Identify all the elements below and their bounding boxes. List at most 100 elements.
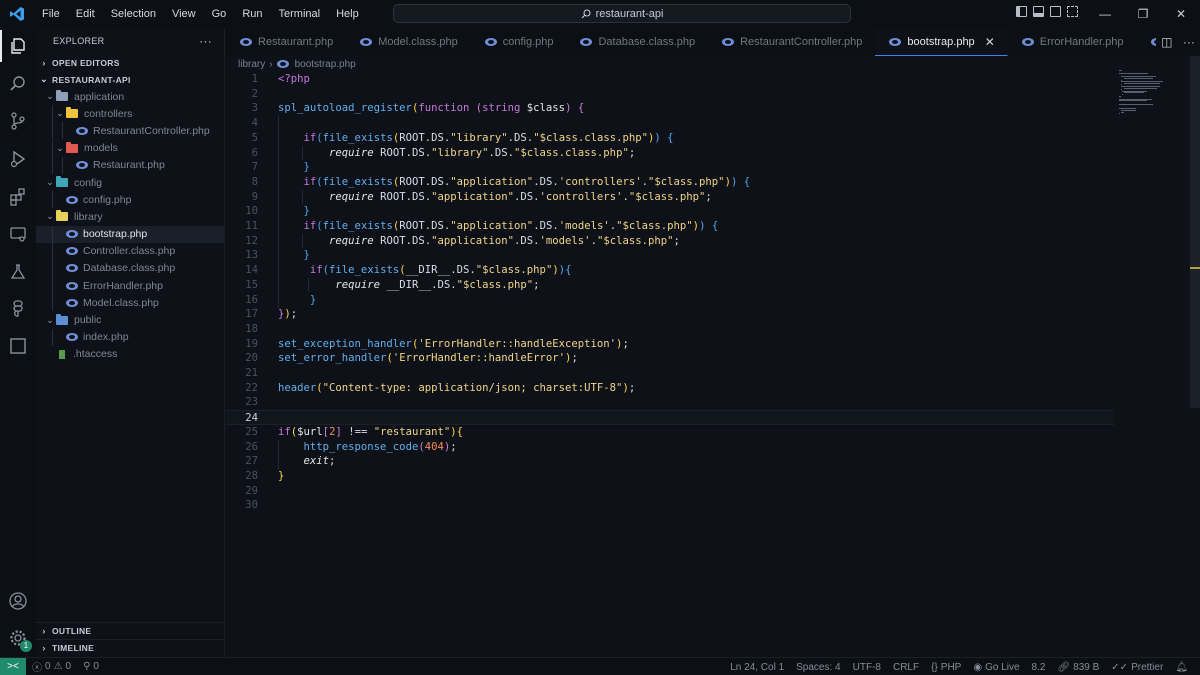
code-line[interactable]: 29 bbox=[226, 484, 1114, 499]
tree-folder[interactable]: ⌄ library bbox=[36, 208, 224, 225]
menu-selection[interactable]: Selection bbox=[103, 0, 164, 28]
php-version[interactable]: 8.2 bbox=[1026, 662, 1052, 673]
tree-file[interactable]: ErrorHandler.php bbox=[36, 277, 224, 295]
more-actions-icon[interactable]: ··· bbox=[199, 34, 212, 48]
code-line[interactable]: 13 } bbox=[226, 248, 1114, 263]
menu-help[interactable]: Help bbox=[328, 0, 367, 28]
toggle-panel-icon[interactable] bbox=[1033, 6, 1044, 17]
tab-restaurantcontroller-php[interactable]: RestaurantController.php bbox=[708, 28, 876, 56]
menu-run[interactable]: Run bbox=[234, 0, 270, 28]
breadcrumb-folder[interactable]: library bbox=[238, 59, 265, 70]
tree-file[interactable]: index.php bbox=[36, 328, 224, 346]
code-line[interactable]: 25 if($url[2] !== "restaurant"){ bbox=[226, 425, 1114, 440]
split-editor-icon[interactable]: ◫ bbox=[1161, 35, 1172, 49]
command-center-search[interactable]: restaurant-api bbox=[393, 4, 851, 23]
toggle-secondary-sidebar-icon[interactable] bbox=[1050, 6, 1061, 17]
code-line[interactable]: 30 bbox=[226, 498, 1114, 513]
prettier-status[interactable]: ✓✓ Prettier bbox=[1105, 662, 1169, 673]
more-actions-icon[interactable]: ··· bbox=[1183, 35, 1195, 49]
search-sidebar-icon[interactable] bbox=[0, 68, 36, 100]
account-icon[interactable] bbox=[0, 585, 36, 617]
tree-file[interactable]: config.php bbox=[36, 191, 224, 209]
code-editor[interactable]: 1 <?php 2 3 spl_autoload_register(function (… bbox=[226, 72, 1126, 657]
tree-file[interactable]: Database.class.php bbox=[36, 259, 224, 277]
code-line[interactable]: 15 require __DIR__.DS."$class.php"; bbox=[226, 278, 1114, 293]
code-line[interactable]: 5 if(file_exists(ROOT.DS."library".DS."$… bbox=[226, 131, 1114, 146]
minimap[interactable] bbox=[1119, 70, 1179, 120]
notifications-bell-icon[interactable]: 🔔︎ bbox=[1169, 662, 1194, 673]
menu-file[interactable]: File bbox=[34, 0, 68, 28]
minimize-icon[interactable]: — bbox=[1086, 0, 1124, 28]
ports-indicator[interactable]: ⚲ 0 bbox=[77, 661, 105, 672]
code-line[interactable]: 19 set_exception_handler('ErrorHandler::h… bbox=[226, 337, 1114, 352]
toggle-primary-sidebar-icon[interactable] bbox=[1016, 6, 1027, 17]
code-line[interactable]: 12 require ROOT.DS."application".DS.'mod… bbox=[226, 234, 1114, 249]
tab-config-php[interactable]: config.php bbox=[471, 28, 567, 56]
tree-folder[interactable]: ⌄ application bbox=[36, 88, 224, 105]
code-line[interactable]: 16 } bbox=[226, 293, 1114, 308]
tree-folder[interactable]: ⌄ controllers bbox=[36, 105, 224, 123]
tree-folder[interactable]: ⌄ config bbox=[36, 174, 224, 191]
tab-database-class-php[interactable]: Database.class.php bbox=[566, 28, 709, 56]
code-line[interactable]: 24 bbox=[226, 410, 1114, 425]
encoding[interactable]: UTF-8 bbox=[847, 662, 887, 673]
code-line[interactable]: 7 } bbox=[226, 160, 1114, 175]
code-line[interactable]: 10 } bbox=[226, 204, 1114, 219]
indentation[interactable]: Spaces: 4 bbox=[790, 662, 846, 673]
code-line[interactable]: 2 bbox=[226, 87, 1114, 102]
end-of-line[interactable]: CRLF bbox=[887, 662, 925, 673]
code-line[interactable]: 4 bbox=[226, 116, 1114, 131]
tree-file[interactable]: RestaurantController.php bbox=[36, 122, 224, 140]
tree-folder[interactable]: ⌄ public bbox=[36, 311, 224, 328]
tab-model-class-php[interactable]: Model.class.php bbox=[346, 28, 471, 56]
code-line[interactable]: 11 if(file_exists(ROOT.DS."application".… bbox=[226, 219, 1114, 234]
language-mode[interactable]: {} PHP bbox=[925, 662, 967, 673]
code-line[interactable]: 21 bbox=[226, 366, 1114, 381]
restore-icon[interactable]: ❐ bbox=[1124, 0, 1162, 28]
code-line[interactable]: 14 if(file_exists(__DIR__.DS."$class.php… bbox=[226, 263, 1114, 278]
code-line[interactable]: 18 bbox=[226, 322, 1114, 337]
tree-file[interactable]: Model.class.php bbox=[36, 294, 224, 312]
panel-square-icon[interactable] bbox=[0, 330, 36, 362]
testing-icon[interactable] bbox=[0, 256, 36, 288]
file-size[interactable]: 🔗︎ 839 B bbox=[1051, 662, 1105, 673]
problems-indicator[interactable]: ⓧ 0 ⚠ 0 bbox=[26, 659, 77, 674]
tab-bootstrap-php[interactable]: bootstrap.php ✕ bbox=[875, 28, 1008, 56]
close-icon[interactable]: ✕ bbox=[1162, 0, 1200, 28]
menu-view[interactable]: View bbox=[164, 0, 204, 28]
code-line[interactable]: 26 http_response_code(404); bbox=[226, 440, 1114, 455]
code-line[interactable]: 1 <?php bbox=[226, 72, 1114, 87]
tree-file[interactable]: bootstrap.php bbox=[36, 225, 224, 243]
code-line[interactable]: 20 set_error_handler('ErrorHandler::handl… bbox=[226, 351, 1114, 366]
tab-errorhandler-php[interactable]: ErrorHandler.php bbox=[1008, 28, 1137, 56]
code-line[interactable]: 22 header("Content-type: application/json… bbox=[226, 381, 1114, 396]
tree-file[interactable]: Controller.class.php bbox=[36, 242, 224, 260]
tree-file[interactable]: Restaurant.php bbox=[36, 156, 224, 174]
timeline-section[interactable]: › TIMELINE bbox=[36, 639, 225, 656]
code-line[interactable]: 28} bbox=[226, 469, 1114, 484]
tree-folder[interactable]: ⌄ models bbox=[36, 139, 224, 157]
close-tab-icon[interactable]: ✕ bbox=[985, 35, 995, 49]
outline-section[interactable]: › OUTLINE bbox=[36, 622, 225, 639]
project-section[interactable]: ⌄ RESTAURANT-API bbox=[36, 71, 224, 88]
code-line[interactable]: 17}); bbox=[226, 307, 1114, 322]
scrollbar-thumb[interactable] bbox=[1190, 56, 1200, 408]
figma-icon[interactable] bbox=[0, 293, 36, 325]
code-line[interactable]: 3 spl_autoload_register(function (string … bbox=[226, 101, 1114, 116]
source-control-icon[interactable] bbox=[0, 105, 36, 137]
menu-terminal[interactable]: Terminal bbox=[271, 0, 329, 28]
code-line[interactable]: 27 exit; bbox=[226, 454, 1114, 469]
code-line[interactable]: 9 require ROOT.DS."application".DS.'cont… bbox=[226, 190, 1114, 205]
tree-file[interactable]: .htaccess bbox=[36, 346, 224, 363]
code-line[interactable]: 6 require ROOT.DS."library".DS."$class.c… bbox=[226, 146, 1114, 161]
extensions-icon[interactable] bbox=[0, 181, 36, 213]
code-line[interactable]: 23 bbox=[226, 395, 1114, 410]
breadcrumb-file[interactable]: bootstrap.php bbox=[295, 59, 356, 70]
customize-layout-icon[interactable] bbox=[1067, 6, 1078, 17]
open-editors-section[interactable]: › OPEN EDITORS bbox=[36, 54, 224, 71]
tab-restaurant-php[interactable]: Restaurant.php bbox=[226, 28, 347, 56]
explorer-icon[interactable] bbox=[0, 30, 36, 62]
manage-gear-icon[interactable]: 1 bbox=[0, 622, 36, 654]
remote-explorer-icon[interactable] bbox=[0, 218, 36, 250]
cursor-position[interactable]: Ln 24, Col 1 bbox=[724, 662, 790, 673]
